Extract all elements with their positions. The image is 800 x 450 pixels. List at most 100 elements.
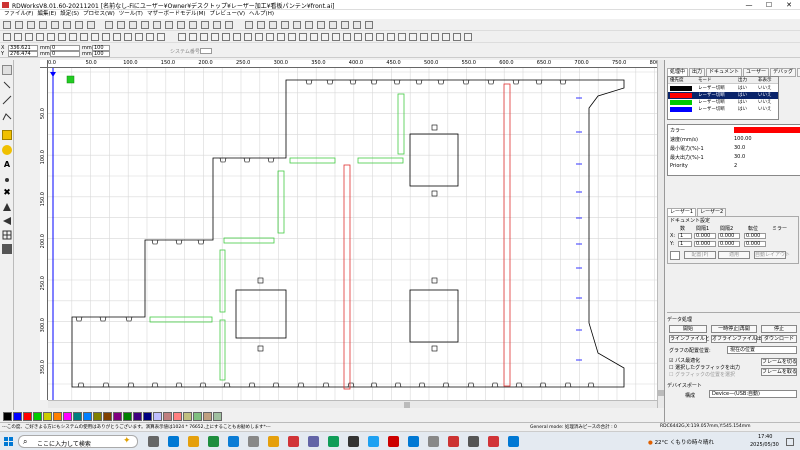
cut-frame-button[interactable]: フレームを切る [761, 358, 797, 366]
taskbar-app-icon[interactable] [448, 436, 459, 447]
taskbar-app-icon[interactable] [428, 436, 439, 447]
palette-swatch[interactable] [123, 412, 132, 421]
toolbar-icon[interactable] [244, 33, 252, 41]
toolbar-icon[interactable] [281, 21, 289, 29]
toolbar-icon[interactable] [177, 21, 185, 29]
palette-swatch[interactable] [103, 412, 112, 421]
array-interval2[interactable]: 0.000 [718, 233, 740, 239]
toolbar-icon[interactable] [39, 21, 47, 29]
toolbar-icon[interactable] [299, 33, 307, 41]
toolbar-icon[interactable] [102, 33, 110, 41]
taskbar-app-icon[interactable] [408, 436, 419, 447]
palette-swatch[interactable] [173, 412, 182, 421]
property-value[interactable]: 2 [734, 163, 737, 169]
property-value[interactable]: 100.00 [734, 136, 752, 142]
rectangle-tool-icon[interactable] [2, 130, 12, 140]
toolbar-icon[interactable] [165, 21, 173, 29]
toolbar-icon[interactable] [124, 33, 132, 41]
palette-swatch[interactable] [63, 412, 72, 421]
toolbar-icon[interactable] [343, 33, 351, 41]
toolbar-icon[interactable] [431, 33, 439, 41]
toolbar-icon[interactable] [3, 33, 11, 41]
save-line-file-button[interactable]: ラインファイルとして [669, 335, 720, 343]
toolbar-icon[interactable] [305, 21, 313, 29]
weather[interactable]: ● 22°C くもりの時々晴れ [648, 438, 714, 446]
position-select[interactable]: 現在の位置 [727, 346, 797, 354]
toolbar-icon[interactable] [189, 33, 197, 41]
optimize-checkbox[interactable]: ☑ パス最適化 [669, 357, 700, 364]
toolbar-icon[interactable] [63, 21, 71, 29]
start-button[interactable]: 開始 [669, 325, 707, 333]
array-button[interactable]: 適用 [718, 251, 750, 259]
line-tool-icon[interactable] [2, 95, 12, 105]
taskbar-search[interactable]: ⌕ ここに入力して検索 ✦ [18, 435, 138, 448]
toolbar-icon[interactable] [222, 33, 230, 41]
toolbar-icon[interactable] [75, 21, 83, 29]
property-value[interactable]: 30.0 [734, 154, 745, 160]
polyline-tool-icon[interactable] [2, 112, 12, 122]
menu-item-2[interactable]: 設定(S) [60, 10, 79, 19]
horizontal-scrollbar[interactable] [48, 400, 657, 408]
toolbar-icon[interactable] [341, 21, 349, 29]
toolbar-icon[interactable] [420, 33, 428, 41]
toolbar-icon[interactable] [387, 33, 395, 41]
text-tool-icon[interactable]: A [2, 160, 12, 170]
toolbar-icon[interactable] [329, 21, 337, 29]
toolbar-icon[interactable] [317, 21, 325, 29]
selected-output-checkbox[interactable]: ☐ 選択したグラフィックを出力 [669, 364, 740, 371]
toolbar-icon[interactable] [453, 33, 461, 41]
toolbar-icon[interactable] [80, 33, 88, 41]
toolbar-icon[interactable] [288, 33, 296, 41]
toolbar-icon[interactable] [3, 21, 11, 29]
height-field[interactable]: 0 [50, 51, 80, 57]
toolbar-icon[interactable] [353, 21, 361, 29]
toolbar-icon[interactable] [105, 21, 113, 29]
pause-button[interactable]: 一時停止|再開 [711, 325, 757, 333]
toolbar-icon[interactable] [365, 33, 373, 41]
toolbar-icon[interactable] [47, 33, 55, 41]
palette-swatch[interactable] [93, 412, 102, 421]
mirror-tool-icon[interactable] [2, 202, 12, 212]
toolbar-icon[interactable] [25, 33, 33, 41]
toolbar-icon[interactable] [365, 21, 373, 29]
taskbar-app-icon[interactable] [488, 436, 499, 447]
y-field[interactable]: 276.474 [8, 51, 38, 57]
toolbar-icon[interactable] [464, 33, 472, 41]
toolbar-icon[interactable] [310, 33, 318, 41]
palette-swatch[interactable] [33, 412, 42, 421]
toolbar-icon[interactable] [14, 33, 22, 41]
taskbar-app-icon[interactable] [308, 436, 319, 447]
layer-row[interactable]: レーザー切断 はい いいえ [668, 106, 778, 113]
close-button[interactable]: ✕ [780, 0, 798, 10]
toolbar-icon[interactable] [91, 33, 99, 41]
download-button[interactable]: ダウンロード [761, 335, 797, 343]
toolbar-icon[interactable] [257, 21, 265, 29]
system-number-field[interactable] [200, 48, 212, 54]
align-tool-icon[interactable] [2, 216, 12, 226]
layer-row[interactable]: レーザー切断 はい いいえ [668, 85, 778, 92]
toolbar-icon[interactable] [58, 33, 66, 41]
toolbar-icon[interactable] [201, 21, 209, 29]
palette-swatch[interactable] [23, 412, 32, 421]
array-button[interactable]: 自動レイアウト [754, 251, 790, 259]
palette-swatch[interactable] [13, 412, 22, 421]
palette-swatch[interactable] [213, 412, 222, 421]
toolbar-icon[interactable] [409, 33, 417, 41]
drawing-canvas[interactable] [48, 68, 657, 400]
toolbar-icon[interactable] [178, 33, 186, 41]
layer-list[interactable]: 優先度 モード 出力 非表示 レーザー切断 はい いいえ レーザー切断 はい いいえ レーザー切断… [667, 76, 779, 120]
taskbar-app-icon[interactable] [508, 436, 519, 447]
notification-icon[interactable] [786, 438, 794, 446]
array-tool-icon[interactable] [2, 230, 12, 240]
palette-swatch[interactable] [53, 412, 62, 421]
palette-swatch[interactable] [203, 412, 212, 421]
taskbar-app-icon[interactable] [168, 436, 179, 447]
hscroll-thumb[interactable] [404, 402, 410, 408]
toolbar-icon[interactable] [129, 21, 137, 29]
toolbar-icon[interactable] [146, 33, 154, 41]
array-button[interactable]: 配置(P) [684, 251, 716, 259]
taskbar-app-icon[interactable] [328, 436, 339, 447]
take-frame-button[interactable]: フレームを取る [761, 368, 797, 376]
menu-item-4[interactable]: ツール(T) [119, 10, 143, 19]
array-grid-icon[interactable] [670, 251, 680, 260]
